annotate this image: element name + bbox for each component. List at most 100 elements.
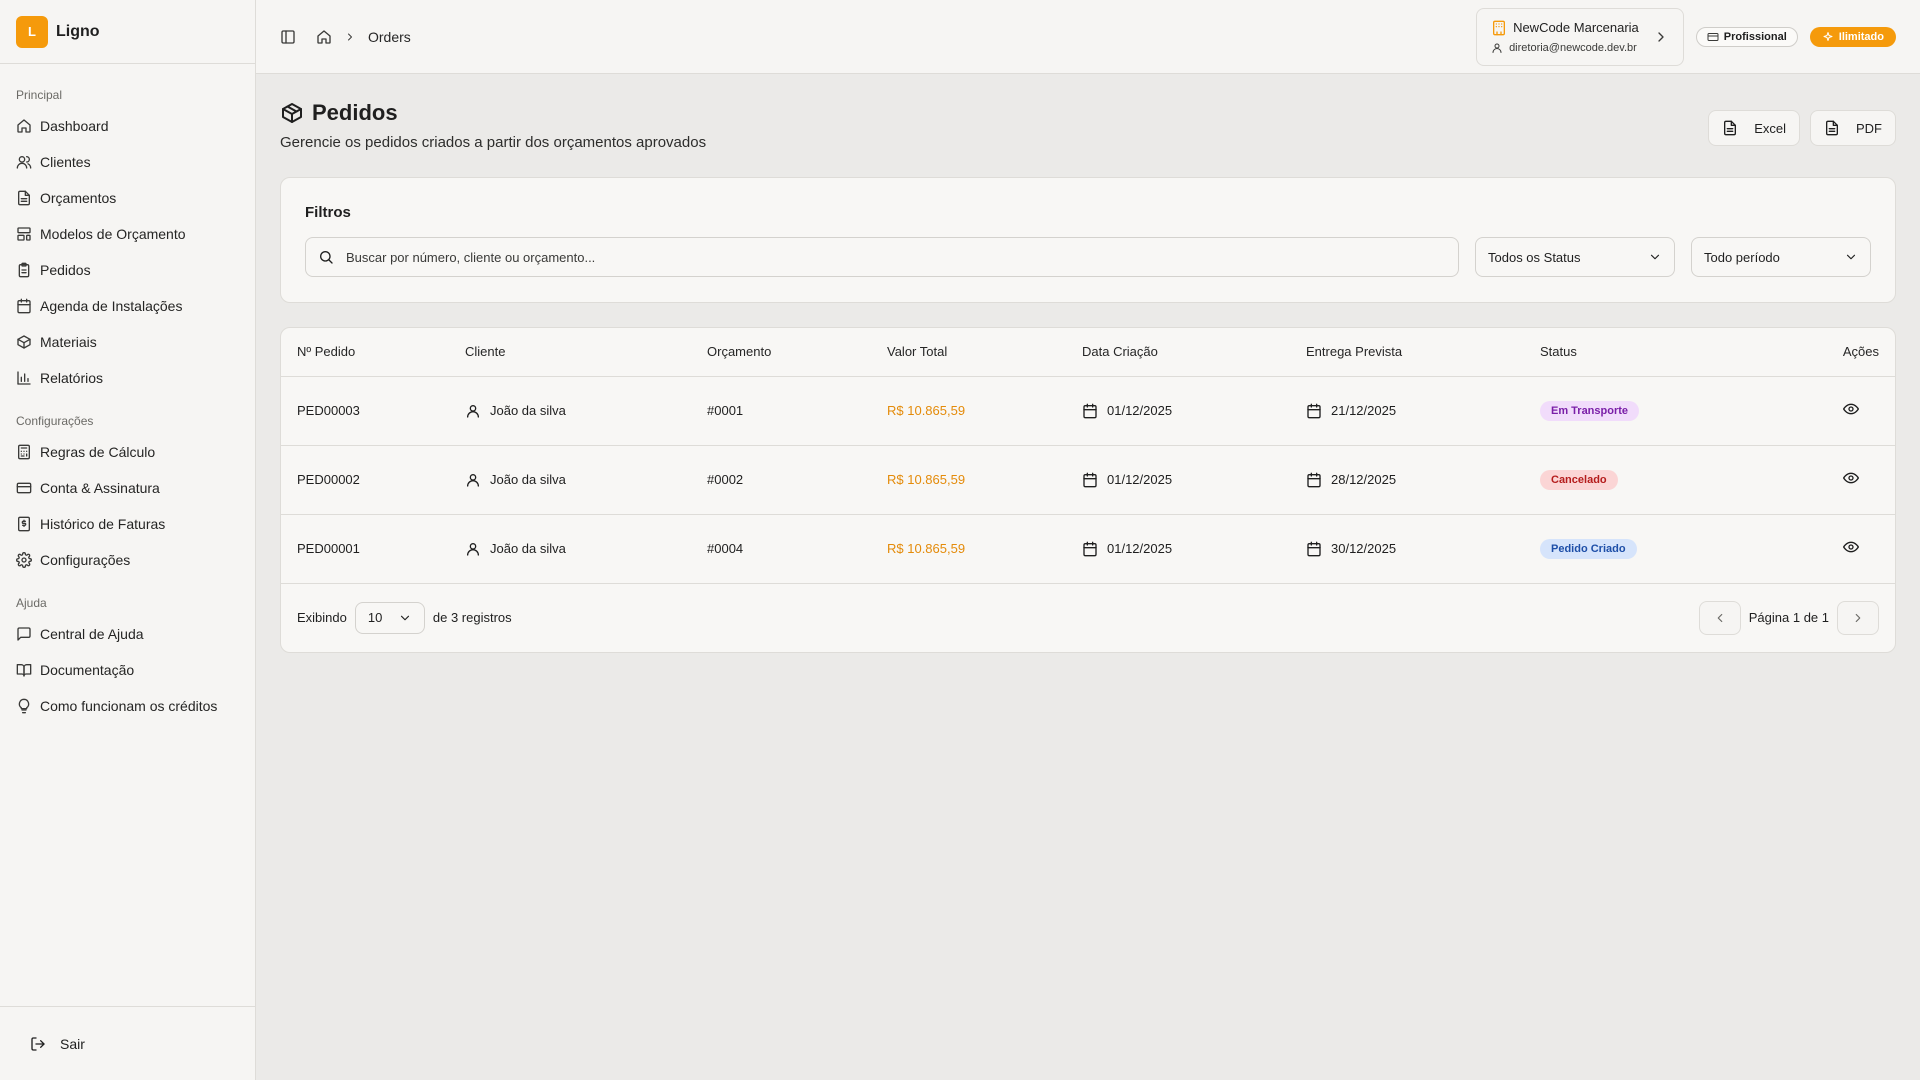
period-select-value: Todo período	[1704, 249, 1780, 265]
message-square-icon	[16, 626, 32, 642]
status-select[interactable]: Todos os Status	[1475, 237, 1675, 277]
actions-cell	[1768, 445, 1895, 515]
organization-switcher[interactable]: NewCode Marcenaria diretoria@newcode.dev…	[1476, 7, 1684, 66]
created-date: 01/12/2025	[1107, 472, 1173, 487]
chevron-right-icon	[1653, 29, 1669, 45]
records-label: de 3 registros	[432, 610, 512, 625]
period-select[interactable]: Todo período	[1691, 237, 1871, 277]
status-badge: Em Transporte	[1540, 400, 1640, 421]
filters-title: Filtros	[305, 204, 351, 221]
table-row[interactable]: PED00003 João da silva #0001 R$ 10.865,59 01…	[281, 376, 1895, 446]
sidebar-item-conta-assinatura[interactable]: Conta & Assinatura	[16, 470, 239, 506]
organization-name: NewCode Marcenaria	[1513, 20, 1639, 35]
file-text-icon	[1824, 120, 1840, 136]
sidebar-item-dashboard[interactable]: Dashboard	[16, 108, 239, 144]
column-header: Ações	[1768, 328, 1895, 377]
bar-chart-icon	[16, 370, 32, 386]
credit-card-icon	[1707, 31, 1719, 43]
brand[interactable]: L Ligno	[0, 0, 255, 64]
order-id: PED00002	[297, 472, 360, 487]
order-id: PED00003	[297, 403, 360, 418]
created-date: 01/12/2025	[1107, 541, 1173, 556]
per-page-select[interactable]: 10	[354, 601, 425, 634]
layout-template-icon	[16, 226, 32, 242]
export-pdf-label: PDF	[1856, 120, 1882, 136]
per-page-value: 10	[367, 610, 383, 625]
delivery-cell: 21/12/2025	[1290, 376, 1524, 446]
home-icon[interactable]	[316, 29, 332, 45]
nav-group-label: Configurações	[16, 414, 94, 428]
sidebar-item-clientes[interactable]: Clientes	[16, 144, 239, 180]
client-name: João da silva	[490, 472, 566, 487]
sidebar-item-label: Pedidos	[40, 262, 91, 278]
eye-icon[interactable]	[1843, 401, 1859, 417]
sidebar-item-documentacao[interactable]: Documentação	[16, 652, 239, 688]
delivery-cell: 28/12/2025	[1290, 445, 1524, 515]
sidebar-item-label: Agenda de Instalações	[40, 298, 183, 314]
order-id-cell: PED00002	[281, 445, 449, 515]
table-row[interactable]: PED00001 João da silva #0004 R$ 10.865,59 01…	[281, 514, 1895, 584]
sidebar-item-label: Conta & Assinatura	[40, 480, 160, 496]
delivery-date: 30/12/2025	[1331, 541, 1397, 556]
created-cell: 01/12/2025	[1066, 445, 1290, 515]
column-header: Entrega Prevista	[1290, 328, 1524, 377]
status-cell: Cancelado	[1524, 445, 1769, 515]
status-select-value: Todos os Status	[1488, 249, 1581, 265]
calendar-icon	[1082, 541, 1098, 557]
plan-badge[interactable]: Profissional	[1695, 26, 1798, 47]
sidebar-item-relatorios[interactable]: Relatórios	[16, 360, 239, 396]
export-excel-button[interactable]: Excel	[1708, 110, 1800, 146]
previous-page-button[interactable]	[1698, 600, 1741, 635]
next-page-button[interactable]	[1837, 600, 1879, 635]
sidebar-item-agenda-de-instalacoes[interactable]: Agenda de Instalações	[16, 288, 239, 324]
nav-group: Configurações Regras de Cálculo Conta & As…	[0, 414, 255, 578]
quote-cell: #0002	[691, 445, 871, 515]
total-value: R$ 10.865,59	[887, 541, 966, 556]
page-subtitle: Gerencie os pedidos criados a partir dos…	[280, 134, 707, 151]
sidebar-nav: Principal Dashboard Clientes Orçamentos Mode…	[0, 64, 255, 724]
actions-cell	[1768, 514, 1895, 584]
chevron-right-icon	[344, 31, 356, 43]
total-cell: R$ 10.865,59	[871, 376, 1066, 446]
nav-group-label: Ajuda	[16, 596, 47, 610]
client-name: João da silva	[490, 541, 566, 556]
brand-logo: L	[16, 15, 48, 48]
quote-cell: #0004	[691, 514, 871, 584]
total-value: R$ 10.865,59	[887, 403, 966, 418]
sidebar-item-modelos-de-orcamento[interactable]: Modelos de Orçamento	[16, 216, 239, 252]
sidebar-item-orcamentos[interactable]: Orçamentos	[16, 180, 239, 216]
sidebar-item-materiais[interactable]: Materiais	[16, 324, 239, 360]
page-title: Pedidos	[312, 100, 398, 125]
sidebar-item-historico-de-faturas[interactable]: Histórico de Faturas	[16, 506, 239, 542]
status-badge: Cancelado	[1540, 469, 1618, 490]
sidebar-item-label: Clientes	[40, 154, 91, 170]
user-icon	[465, 472, 481, 488]
sidebar-toggle-icon[interactable]	[280, 29, 296, 45]
chevron-down-icon	[398, 611, 412, 625]
logout-button[interactable]: Sair	[0, 1006, 255, 1080]
calendar-icon	[1306, 541, 1322, 557]
sidebar-item-configuracoes[interactable]: Configurações	[16, 542, 239, 578]
calculator-icon	[16, 444, 32, 460]
created-cell: 01/12/2025	[1066, 376, 1290, 446]
package-icon	[280, 101, 304, 125]
search-box[interactable]	[305, 237, 1459, 277]
search-input[interactable]	[346, 249, 1446, 265]
sidebar-item-label: Orçamentos	[40, 190, 117, 206]
page-label: Página 1 de 1	[1748, 610, 1829, 625]
export-pdf-button[interactable]: PDF	[1810, 110, 1896, 146]
sidebar-item-label: Dashboard	[40, 118, 109, 134]
sidebar-item-label: Materiais	[40, 334, 97, 350]
table-row[interactable]: PED00002 João da silva #0002 R$ 10.865,59 01…	[281, 445, 1895, 515]
eye-icon[interactable]	[1843, 470, 1859, 486]
sidebar-item-central-de-ajuda[interactable]: Central de Ajuda	[16, 616, 239, 652]
eye-icon[interactable]	[1843, 539, 1859, 555]
sidebar-item-pedidos[interactable]: Pedidos	[16, 252, 239, 288]
breadcrumb-current: Orders	[368, 28, 411, 45]
credits-badge[interactable]: Ilimitado	[1809, 26, 1896, 47]
sidebar-item-label: Modelos de Orçamento	[40, 226, 186, 242]
sidebar-item-regras-de-calculo[interactable]: Regras de Cálculo	[16, 434, 239, 470]
actions-cell	[1768, 376, 1895, 446]
sidebar-item-como-funcionam-os-creditos[interactable]: Como funcionam os créditos	[16, 688, 239, 724]
column-header: Valor Total	[871, 328, 1066, 377]
